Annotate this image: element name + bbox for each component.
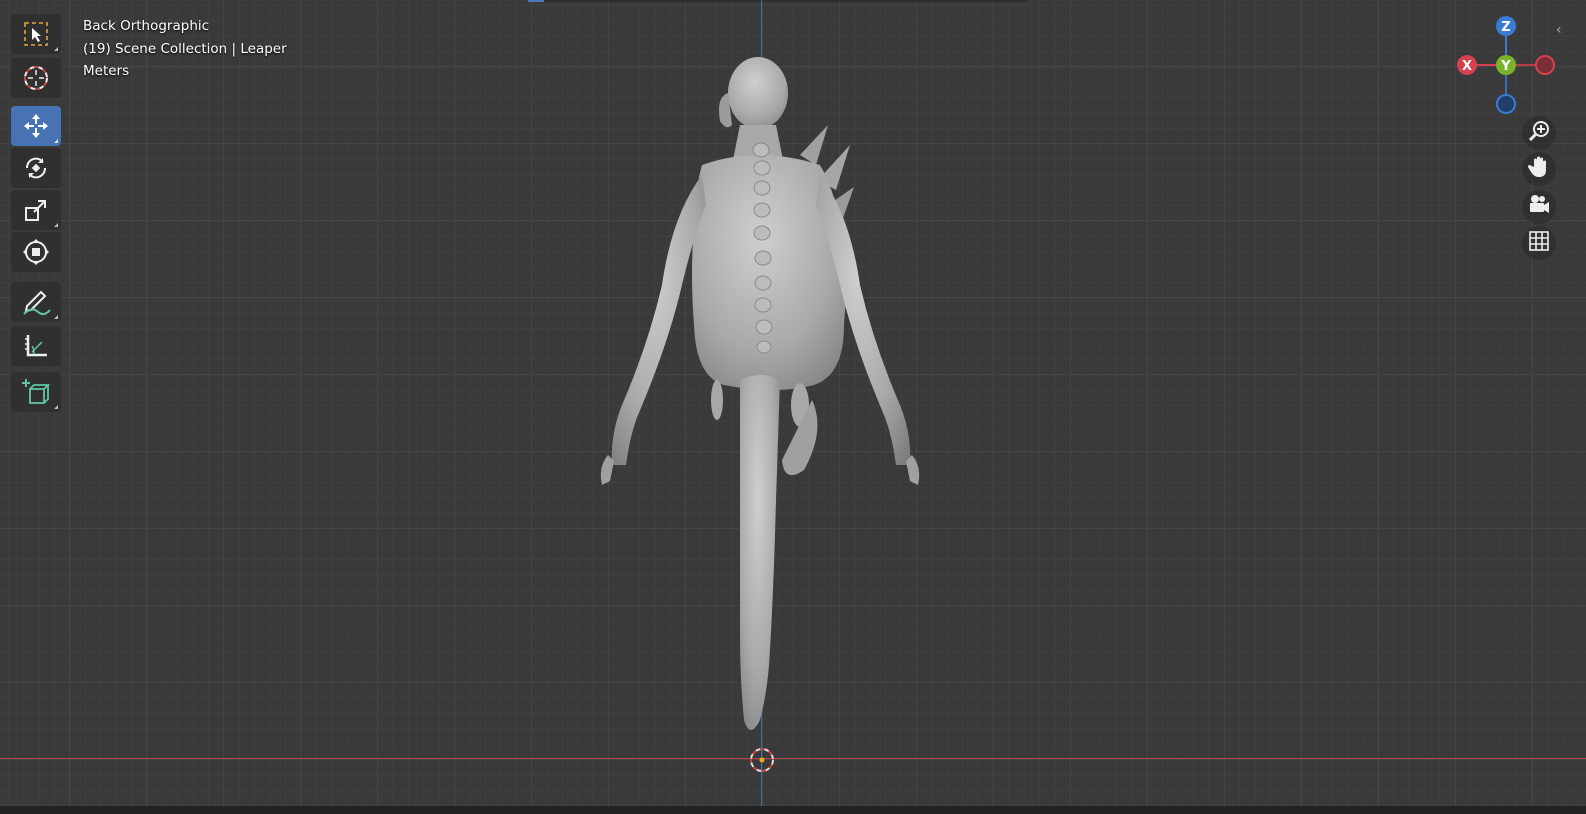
- bottom-edge: [0, 806, 1586, 814]
- gizmo-z-label: Z: [1501, 20, 1510, 35]
- scale-icon: [23, 197, 49, 223]
- rotate-icon: [22, 154, 50, 182]
- viewport-info: Back Orthographic (19) Scene Collection …: [83, 15, 287, 83]
- zoom-button[interactable]: [1522, 116, 1556, 150]
- annotate-icon: [21, 288, 51, 316]
- view-name: Back Orthographic: [83, 18, 210, 34]
- pan-hand-icon: [1527, 155, 1551, 183]
- grid-icon: [1528, 230, 1550, 256]
- select-box-icon: [23, 21, 49, 47]
- collection-info: (19) Scene Collection | Leaper: [83, 40, 287, 57]
- gizmo-y-label: Y: [1500, 59, 1511, 74]
- object-origin-cursor: [748, 746, 776, 778]
- sidebar-toggle-icon[interactable]: ‹: [1556, 22, 1562, 38]
- zoom-icon: [1527, 119, 1551, 147]
- gizmo-x-label: X: [1462, 59, 1472, 74]
- camera-view-button[interactable]: [1522, 190, 1556, 224]
- move-tool[interactable]: [11, 106, 61, 146]
- toggle-perspective-button[interactable]: [1522, 226, 1556, 260]
- add-cube-icon: [21, 377, 51, 407]
- measure-icon: [22, 332, 50, 360]
- move-icon: [22, 112, 50, 140]
- gizmo-neg-x-axis[interactable]: [1535, 55, 1555, 75]
- pan-button[interactable]: [1522, 152, 1556, 186]
- unit-system: Meters: [83, 63, 130, 79]
- transform-tool[interactable]: [11, 232, 61, 272]
- transform-icon: [22, 238, 50, 266]
- scale-tool[interactable]: [11, 190, 61, 230]
- navigation-gizmo[interactable]: Z X Y: [1450, 12, 1570, 122]
- measure-tool[interactable]: [11, 326, 61, 366]
- rotate-tool[interactable]: [11, 148, 61, 188]
- gizmo-neg-z-axis[interactable]: [1496, 94, 1516, 114]
- header-strip: [528, 0, 1028, 2]
- camera-icon: [1527, 193, 1551, 221]
- add-cube-tool[interactable]: [11, 372, 61, 412]
- select-box-tool[interactable]: [11, 14, 61, 54]
- cursor-icon: [22, 64, 50, 92]
- leaper-model[interactable]: [590, 55, 930, 765]
- cursor-tool[interactable]: [11, 58, 61, 98]
- annotate-tool[interactable]: [11, 282, 61, 322]
